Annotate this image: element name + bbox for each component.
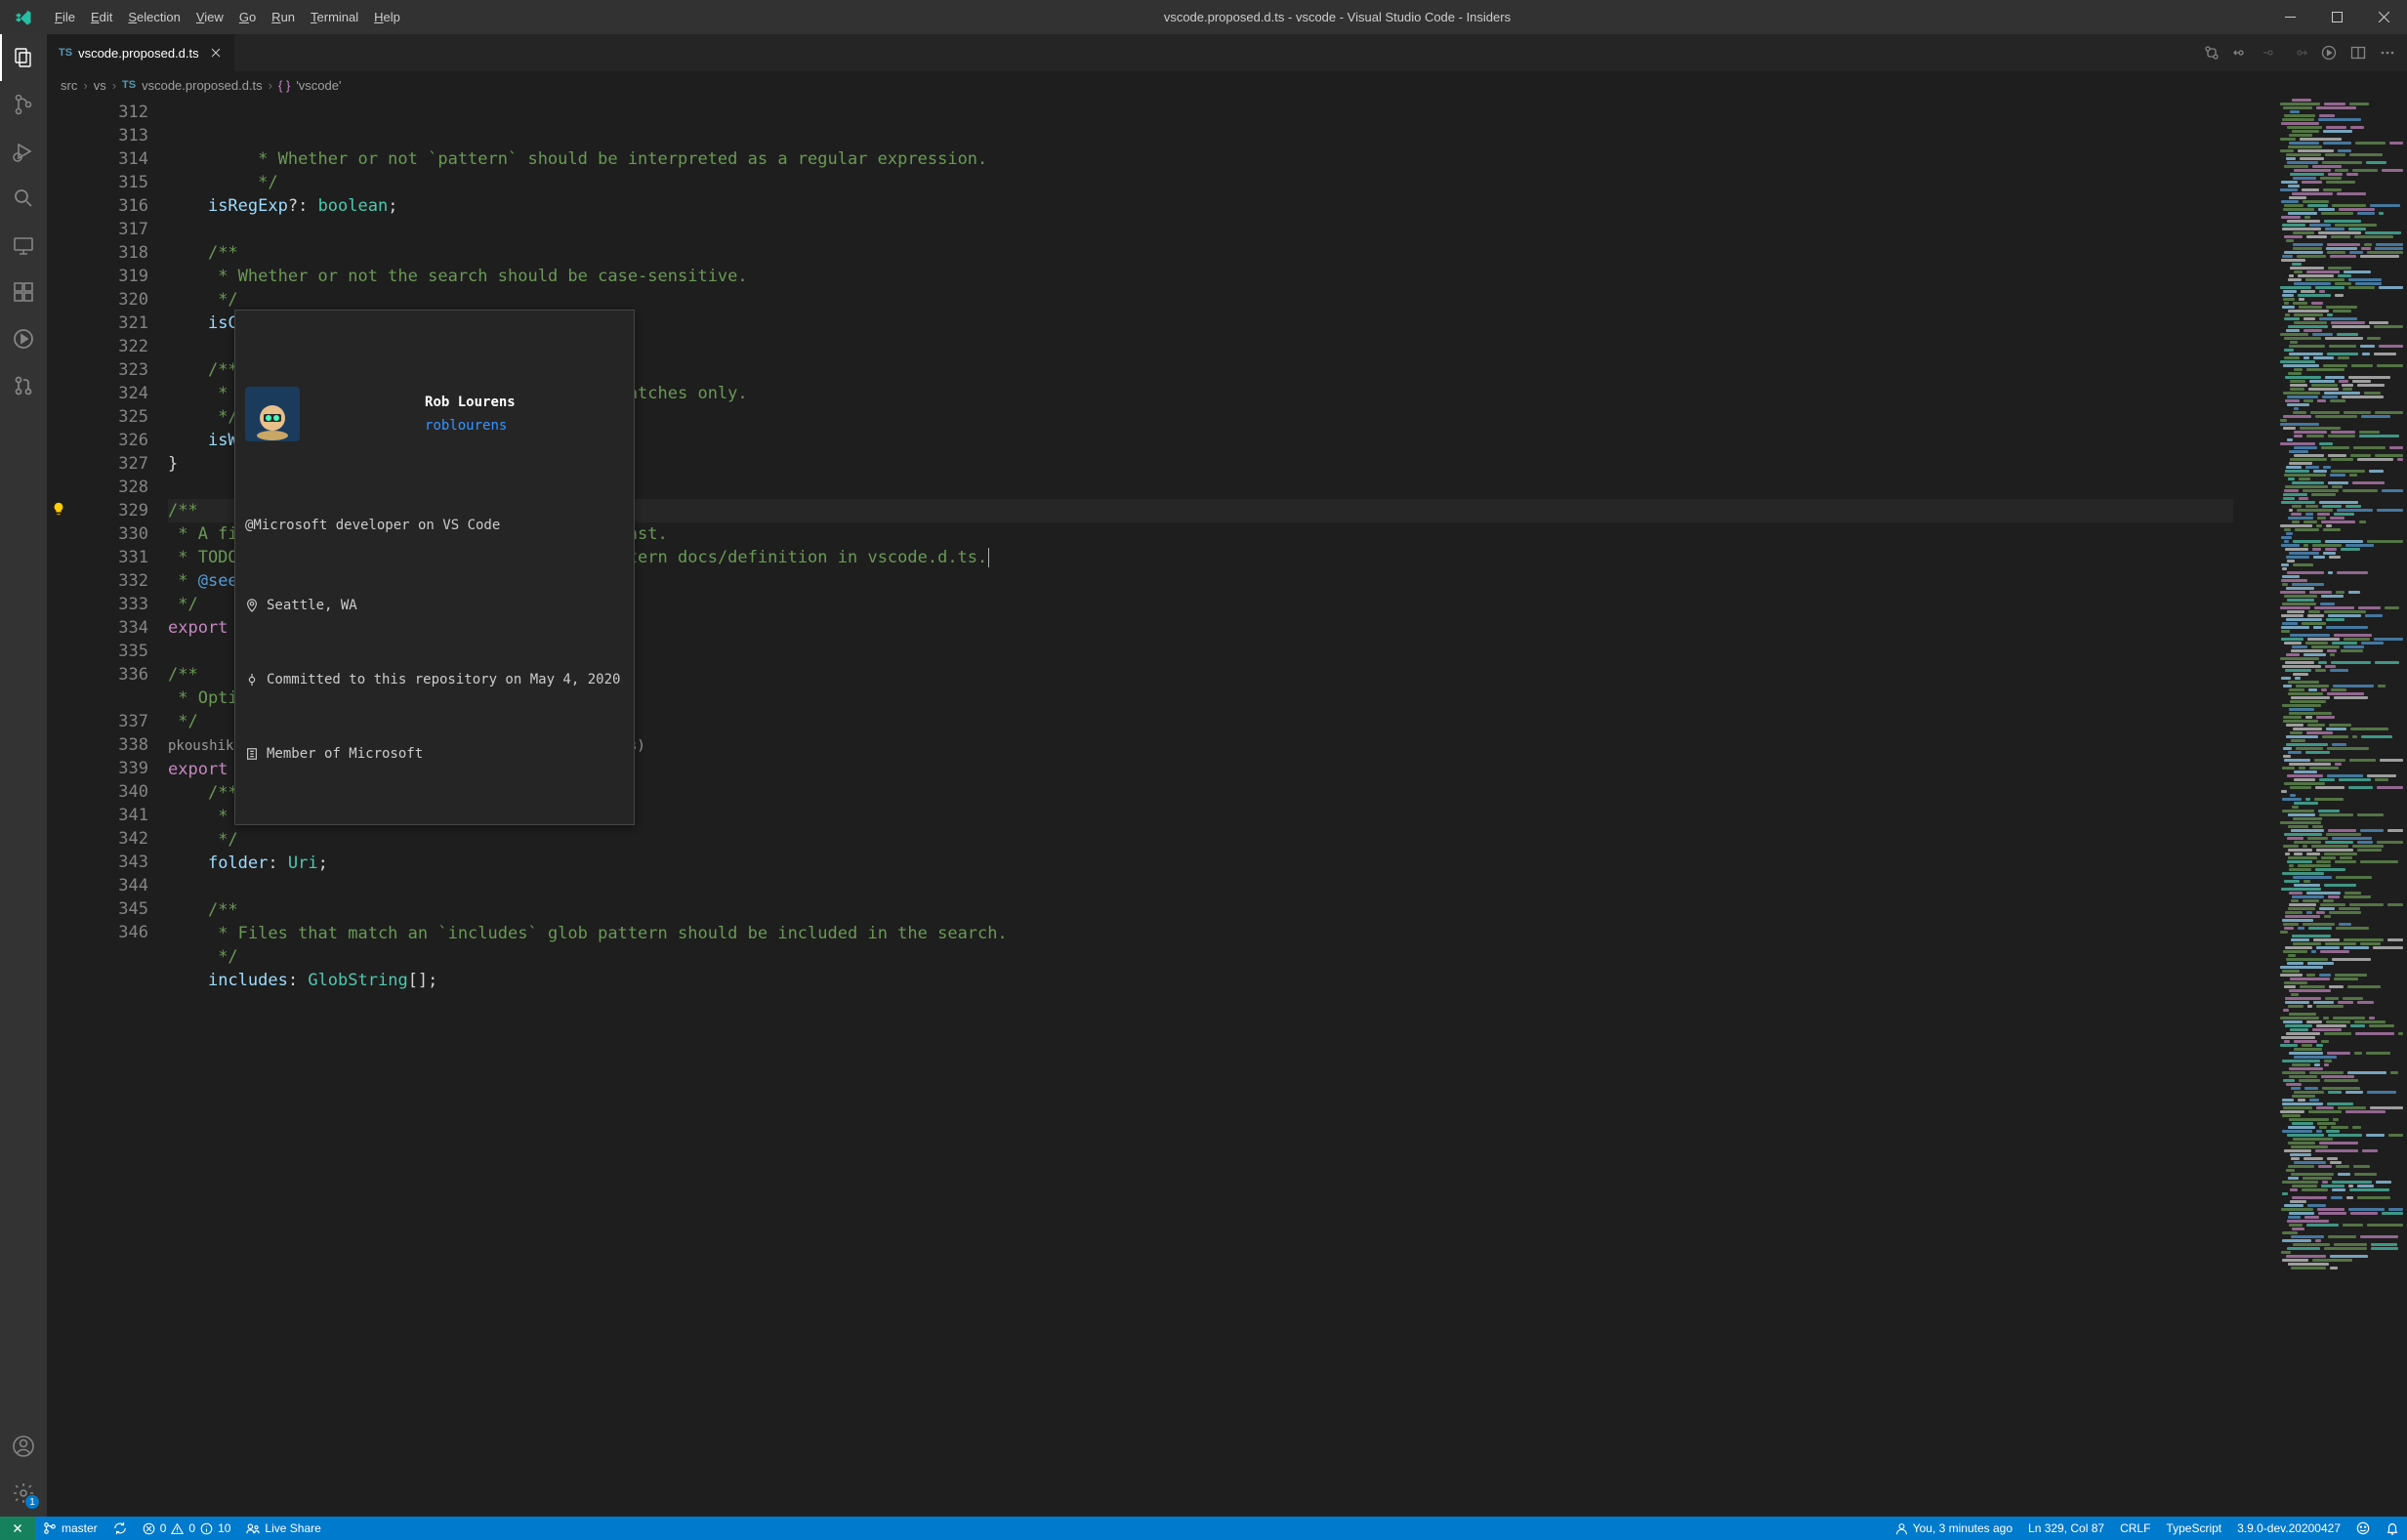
breadcrumb-seg[interactable]: 'vscode'	[296, 78, 341, 93]
menu-go[interactable]: Go	[231, 3, 264, 31]
activity-settings[interactable]: 1	[0, 1470, 47, 1517]
run-icon[interactable]	[2321, 45, 2337, 61]
activity-source-control[interactable]	[0, 81, 47, 128]
typescript-icon: TS	[122, 79, 136, 91]
settings-badge: 1	[25, 1495, 39, 1509]
editor-group: TS vscode.proposed.d.ts src › vs ›	[47, 34, 2407, 1517]
hover-commit: Committed to this repository on May 4, 2…	[245, 666, 620, 693]
glyph-margin	[47, 99, 70, 1517]
github-user-hover: Rob Lourens roblourens @Microsoft develo…	[234, 310, 635, 825]
namespace-icon: { }	[278, 78, 290, 93]
lightbulb-icon[interactable]	[47, 499, 70, 522]
status-eol[interactable]: CRLF	[2112, 1517, 2158, 1540]
breadcrumb[interactable]: src › vs › TS vscode.proposed.d.ts › { }…	[47, 71, 2407, 99]
close-icon[interactable]	[209, 46, 223, 60]
status-feedback[interactable]	[2348, 1517, 2378, 1540]
hover-member: Member of Microsoft	[245, 740, 620, 768]
breadcrumb-seg[interactable]: src	[61, 78, 77, 93]
hover-bio: @Microsoft developer on VS Code	[245, 514, 620, 537]
menu-terminal[interactable]: Terminal	[303, 3, 366, 31]
menu-file[interactable]: FFileile	[47, 3, 83, 31]
editor[interactable]: 312 313 314 315 316 317 318 319 320 321 …	[47, 99, 2407, 1517]
nav-back-icon[interactable]	[2233, 45, 2249, 61]
vscode-logo	[0, 9, 47, 26]
split-editor-icon[interactable]	[2350, 45, 2366, 61]
status-language[interactable]: TypeScript	[2158, 1517, 2229, 1540]
typescript-icon: TS	[59, 47, 72, 59]
activity-liveshare[interactable]	[0, 315, 47, 362]
activity-search[interactable]	[0, 175, 47, 222]
status-notifications[interactable]	[2378, 1517, 2407, 1540]
nav-prev-icon[interactable]	[2262, 45, 2278, 61]
status-tsversion[interactable]: 3.9.0-dev.20200427	[2229, 1517, 2348, 1540]
more-actions-icon[interactable]	[2380, 45, 2395, 61]
tab-bar: TS vscode.proposed.d.ts	[47, 34, 2407, 71]
window-title: vscode.proposed.d.ts - vscode - Visual S…	[408, 10, 2266, 24]
breadcrumb-seg[interactable]: vscode.proposed.d.ts	[142, 78, 263, 93]
hover-location: Seattle, WA	[245, 592, 620, 619]
activity-run-debug[interactable]	[0, 128, 47, 175]
remote-indicator[interactable]	[0, 1517, 35, 1540]
compare-changes-icon[interactable]	[2204, 45, 2220, 61]
activity-remote-explorer[interactable]	[0, 222, 47, 269]
activity-extensions[interactable]	[0, 269, 47, 315]
titlebar: FFileile Edit Selection View Go Run Term…	[0, 0, 2407, 34]
chevron-right-icon: ›	[83, 78, 87, 93]
status-liveshare[interactable]: Live Share	[238, 1517, 328, 1540]
status-branch[interactable]: master	[35, 1517, 105, 1540]
activity-account[interactable]	[0, 1423, 47, 1470]
tab-vscode-proposed[interactable]: TS vscode.proposed.d.ts	[47, 34, 234, 71]
activity-github-pr[interactable]	[0, 362, 47, 409]
hover-name: Rob Lourens	[425, 395, 516, 410]
activity-explorer[interactable]	[0, 34, 47, 81]
menu-help[interactable]: Help	[366, 3, 408, 31]
close-button[interactable]	[2360, 0, 2407, 34]
menu-run[interactable]: Run	[264, 3, 303, 31]
status-cursor[interactable]: Ln 329, Col 87	[2020, 1517, 2112, 1540]
minimap[interactable]	[2276, 99, 2407, 1517]
maximize-button[interactable]	[2313, 0, 2360, 34]
activity-bar: 1	[0, 34, 47, 1517]
status-blame[interactable]: You, 3 minutes ago	[1888, 1517, 2020, 1540]
chevron-right-icon: ›	[269, 78, 272, 93]
nav-next-icon[interactable]	[2292, 45, 2307, 61]
avatar	[245, 387, 300, 441]
breadcrumb-seg[interactable]: vs	[94, 78, 106, 93]
line-numbers: 312 313 314 315 316 317 318 319 320 321 …	[70, 99, 168, 1517]
code-view[interactable]: * Whether or not `pattern` should be int…	[168, 99, 2276, 1517]
status-problems[interactable]: 0 0 10	[135, 1517, 239, 1540]
menu-bar: FFileile Edit Selection View Go Run Term…	[47, 3, 408, 31]
status-sync[interactable]	[105, 1517, 135, 1540]
minimize-button[interactable]	[2266, 0, 2313, 34]
tab-label: vscode.proposed.d.ts	[78, 46, 199, 61]
menu-selection[interactable]: Selection	[120, 3, 187, 31]
window-controls	[2266, 0, 2407, 34]
editor-actions	[2204, 34, 2407, 71]
chevron-right-icon: ›	[112, 78, 116, 93]
hover-username[interactable]: roblourens	[425, 418, 507, 434]
menu-edit[interactable]: Edit	[83, 3, 120, 31]
menu-view[interactable]: View	[188, 3, 231, 31]
statusbar: master 0 0 10 Live Share You, 3 minutes …	[0, 1517, 2407, 1540]
